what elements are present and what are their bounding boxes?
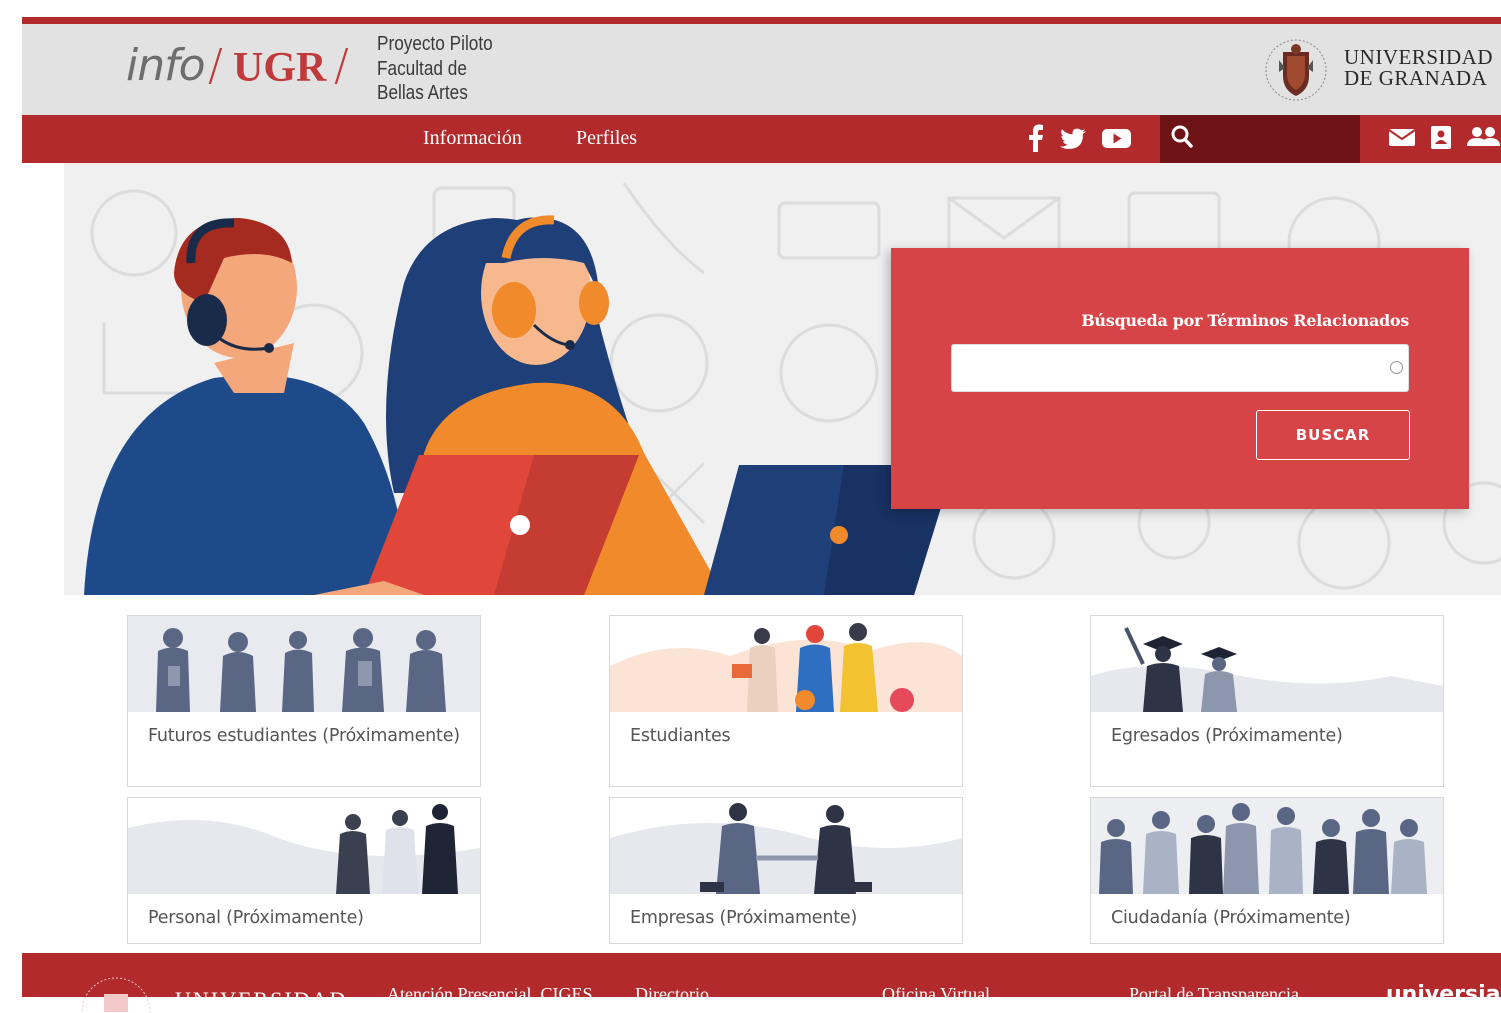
users-icon[interactable] [1466,124,1501,150]
card-label: Personal (Próximamente) [148,908,364,928]
footer-university-name[interactable]: UNIVERSIDAD [175,987,347,1013]
nav-perfiles-link[interactable]: Perfiles [576,127,637,150]
footer-link-atencion[interactable]: Atención Presencial, CIGES [387,984,592,1005]
personal-illustration [128,798,480,894]
estudiantes-illustration [610,616,962,712]
youtube-icon[interactable] [1101,124,1132,152]
logo-slash: / [334,40,349,91]
footer-link-directorio[interactable]: Directorio [635,984,709,1005]
buscar-button[interactable]: BUSCAR [1256,410,1410,460]
project-line: Bellas Artes [377,82,468,104]
university-name[interactable]: UNIVERSIDAD DE GRANADA [1344,47,1493,89]
card-label: Ciudadanía (Próximamente) [1111,908,1351,928]
card-personal[interactable]: Personal (Próximamente) [127,797,481,944]
universia-logo[interactable]: universia [1386,982,1500,1007]
logo-info-text[interactable]: info [126,40,206,91]
footer-crest-icon [81,977,151,1012]
facebook-icon[interactable] [1028,124,1044,152]
project-title: Proyecto Piloto Facultad de Bellas Artes [377,32,493,106]
card-ciudadania[interactable]: Ciudadanía (Próximamente) [1090,797,1444,944]
egresados-illustration [1091,616,1443,712]
university-crest-icon[interactable] [1261,38,1331,102]
university-name-line: UNIVERSIDAD [1344,45,1493,69]
search-icon[interactable] [1170,124,1194,150]
directory-icon[interactable] [1428,124,1454,150]
related-terms-search-input[interactable] [951,344,1409,392]
top-stripe [22,17,1501,24]
mail-icon[interactable] [1387,124,1417,150]
loading-indicator-icon [1390,361,1403,374]
card-label: Empresas (Próximamente) [630,908,858,928]
university-name-line: DE GRANADA [1344,66,1488,90]
card-egresados[interactable]: Egresados (Próximamente) [1090,615,1444,787]
card-empresas[interactable]: Empresas (Próximamente) [609,797,963,944]
card-estudiantes[interactable]: Estudiantes [609,615,963,787]
ciudadania-illustration [1091,798,1443,894]
empresas-illustration [610,798,962,894]
project-line: Facultad de [377,57,467,80]
project-line: Proyecto Piloto [377,33,493,55]
footer-link-oficina-virtual[interactable]: Oficina Virtual [882,984,990,1005]
logo-ugr-text[interactable]: UGR [233,44,326,92]
footer-link-transparencia[interactable]: Portal de Transparencia [1129,984,1299,1005]
nav-informacion-link[interactable]: Información [423,127,522,150]
logo-slash: / [208,40,223,91]
card-futuros-estudiantes[interactable]: Futuros estudiantes (Próximamente) [127,615,481,787]
card-label: Egresados (Próximamente) [1111,726,1343,746]
twitter-icon[interactable] [1059,124,1087,152]
card-label: Futuros estudiantes (Próximamente) [148,726,460,746]
search-panel-title: Búsqueda por Términos Relacionados [1081,311,1409,330]
card-label: Estudiantes [630,726,731,746]
futuros-estudiantes-illustration [128,616,480,712]
